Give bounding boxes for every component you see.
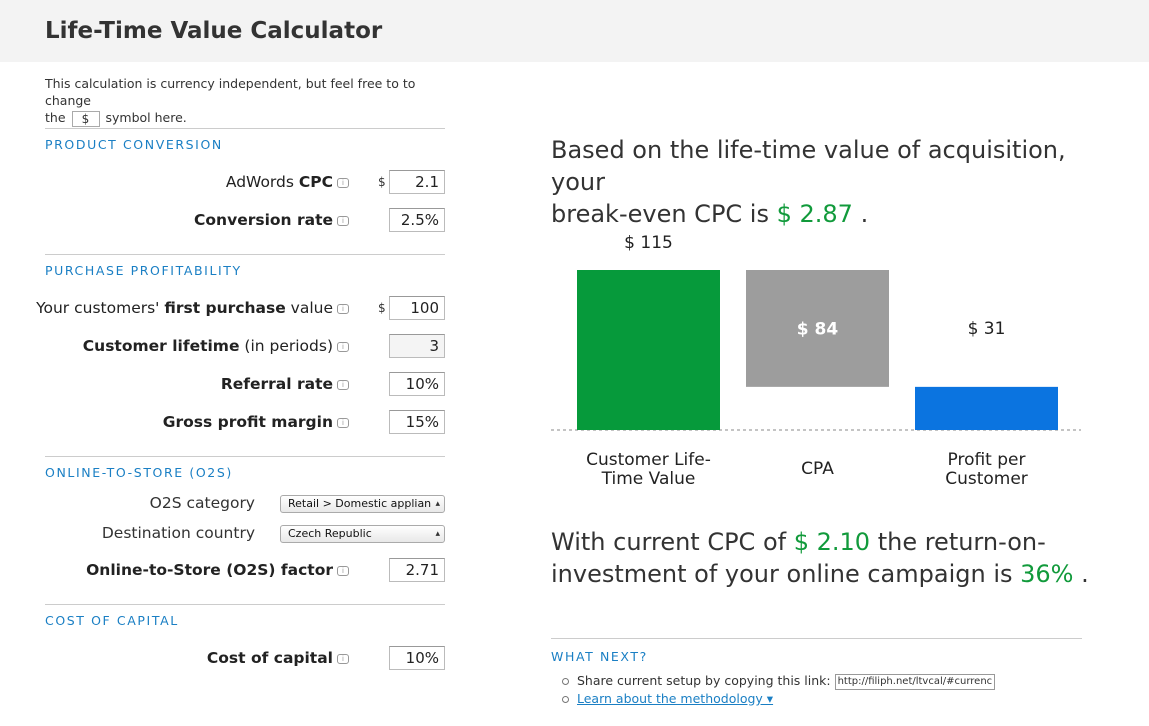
info-icon[interactable]: i [337, 380, 349, 390]
info-icon[interactable]: i [337, 216, 349, 226]
currency-prefix: $ [378, 301, 386, 315]
intro-text-1: This calculation is currency independent… [45, 76, 416, 108]
row-first-purchase: Your customers' first purchase value i $ … [36, 296, 445, 320]
breakeven-headline: Based on the life-time value of acquisit… [551, 136, 1066, 228]
row-o2s-category: O2S category Retail > Domestic applian▴▾ [45, 494, 445, 514]
current-cpc-value: $ 2.10 [793, 528, 871, 556]
currency-symbol-input[interactable]: $ [71, 110, 100, 127]
info-icon[interactable]: i [337, 342, 349, 352]
o2s-category-label: O2S category [149, 494, 255, 512]
category-label: Profit per [948, 450, 1026, 470]
divider [45, 604, 445, 605]
list-item: Learn about the methodology ▾ [562, 691, 995, 709]
what-next-list: Share current setup by copying this link… [562, 673, 995, 709]
methodology-link[interactable]: Learn about the methodology ▾ [577, 691, 773, 706]
category-label: Customer Life- [586, 450, 711, 470]
bar-profit-per-customer [915, 386, 1058, 430]
list-item: Share current setup by copying this link… [562, 673, 995, 691]
o2s-factor-label: Online-to-Store (O2S) factor i [86, 561, 349, 579]
row-adwords-cpc: AdWords CPC i $ 2.1 [45, 170, 445, 194]
row-destination-country: Destination country Czech Republic▴▾ [45, 524, 445, 544]
bar-customer-life-time-value [577, 270, 720, 430]
adwords-cpc-label: AdWords CPC i [226, 173, 349, 191]
divider [45, 254, 445, 255]
row-referral-rate: Referral rate i 10% [45, 372, 445, 396]
roi-headline: With current CPC of $ 2.10 the return-on… [551, 528, 1089, 588]
info-icon[interactable]: i [337, 304, 349, 314]
category-label: CPA [801, 459, 834, 479]
intro-text-2: the [45, 110, 66, 125]
select-arrows-icon: ▴▾ [435, 499, 440, 509]
intro-text-3: symbol here. [105, 110, 187, 125]
row-customer-lifetime: Customer lifetime (in periods) i 3 [45, 334, 445, 358]
category-label: Time Value [601, 469, 696, 489]
first-purchase-label: Your customers' first purchase value i [36, 299, 349, 317]
value-label: $ 31 [968, 319, 1006, 339]
value-label: $ 115 [624, 233, 673, 253]
info-icon[interactable]: i [337, 178, 349, 188]
currency-prefix: $ [378, 175, 386, 189]
section-purchase-profitability: PURCHASE PROFITABILITY [45, 263, 242, 278]
conversion-rate-label: Conversion rate i [194, 211, 349, 229]
gross-profit-margin-label: Gross profit margin i [163, 413, 349, 431]
section-cost-of-capital: COST OF CAPITAL [45, 613, 179, 628]
share-link-field[interactable]: http://filiph.net/ltvcal/#currenc [834, 673, 995, 690]
divider [45, 128, 445, 129]
divider [551, 638, 1082, 639]
select-arrows-icon: ▴▾ [435, 529, 440, 539]
row-gross-profit-margin: Gross profit margin i 15% [45, 410, 445, 434]
breakeven-cpc-value: $ 2.87 [776, 200, 853, 228]
section-o2s: ONLINE-TO-STORE (O2S) [45, 465, 233, 480]
o2s-factor-input[interactable]: 2.71 [389, 558, 445, 582]
page-title: Life-Time Value Calculator [45, 18, 383, 44]
destination-country-select[interactable]: Czech Republic▴▾ [280, 525, 445, 543]
destination-country-label: Destination country [101, 524, 255, 542]
first-purchase-input[interactable]: 100 [389, 296, 445, 320]
section-product-conversion: PRODUCT CONVERSION [45, 137, 223, 152]
value-label: $ 84 [797, 319, 839, 339]
customer-lifetime-input[interactable]: 3 [389, 334, 445, 358]
adwords-cpc-input[interactable]: 2.1 [389, 170, 445, 194]
gross-profit-margin-input[interactable]: 15% [389, 410, 445, 434]
roi-value: 36% [1020, 560, 1074, 588]
info-icon[interactable]: i [337, 566, 349, 576]
divider [45, 456, 445, 457]
info-icon[interactable]: i [337, 654, 349, 664]
page-header: Life-Time Value Calculator [0, 0, 1149, 62]
info-icon[interactable]: i [337, 418, 349, 428]
customer-lifetime-label: Customer lifetime (in periods) i [83, 337, 349, 355]
referral-rate-input[interactable]: 10% [389, 372, 445, 396]
category-label: Customer [945, 469, 1028, 489]
cost-of-capital-label: Cost of capital i [207, 649, 349, 667]
o2s-category-select[interactable]: Retail > Domestic applian▴▾ [280, 495, 445, 513]
what-next-title: WHAT NEXT? [551, 649, 648, 664]
row-cost-of-capital: Cost of capital i 10% [45, 646, 445, 670]
ltv-chart: $ 115 Customer Life-Time Value $ 84 CPA $ 31… [551, 233, 1081, 489]
referral-rate-label: Referral rate i [221, 375, 349, 393]
row-o2s-factor: Online-to-Store (O2S) factor i 2.71 [45, 558, 445, 582]
intro-text: This calculation is currency independent… [45, 75, 455, 127]
conversion-rate-input[interactable]: 2.5% [389, 208, 445, 232]
row-conversion-rate: Conversion rate i 2.5% [45, 208, 445, 232]
cost-of-capital-input[interactable]: 10% [389, 646, 445, 670]
